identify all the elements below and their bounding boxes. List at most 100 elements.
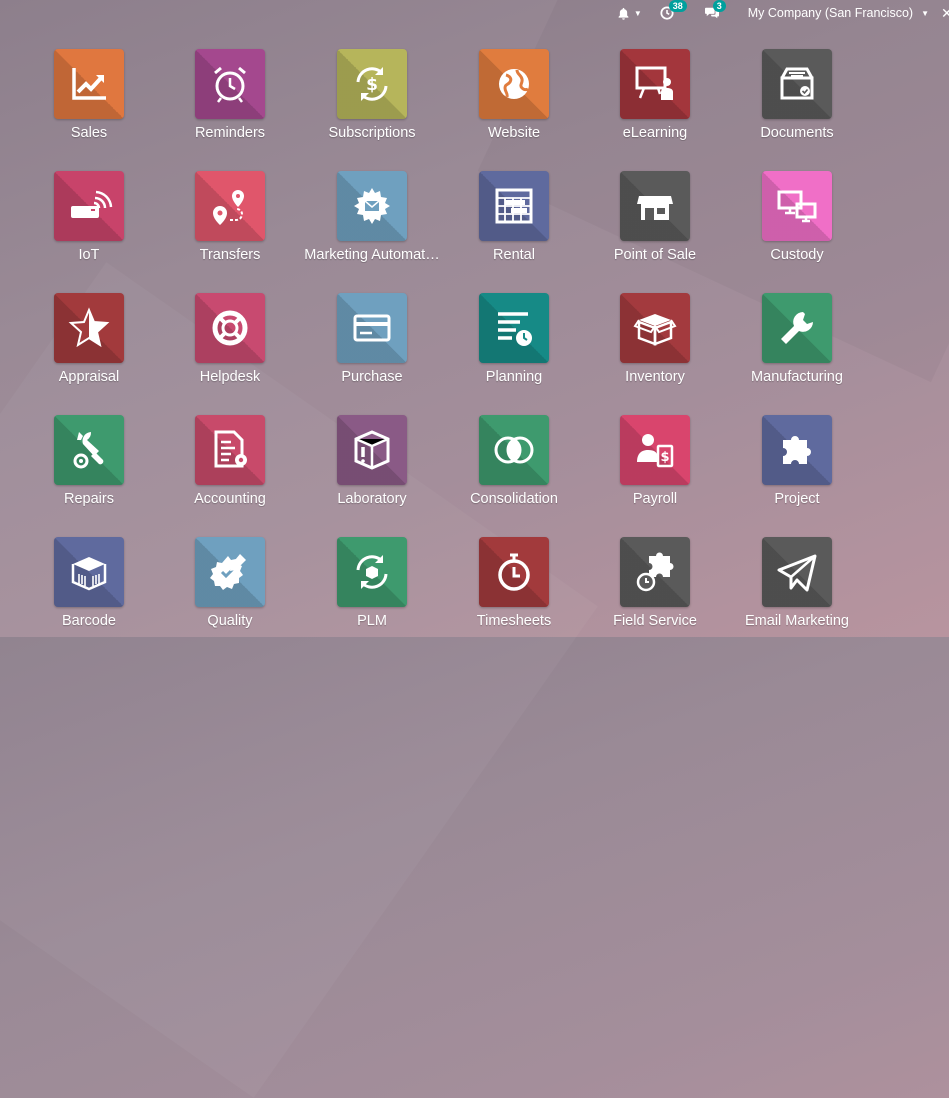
- app-label: Consolidation: [470, 491, 558, 507]
- app-payroll[interactable]: $ Payroll: [590, 415, 720, 525]
- app-label: Appraisal: [58, 369, 120, 385]
- app-tile[interactable]: [195, 171, 265, 241]
- app-tile[interactable]: [195, 293, 265, 363]
- app-tile[interactable]: [762, 49, 832, 119]
- recurring-dollar-icon: $: [356, 67, 388, 101]
- wireless-device-icon: [71, 190, 113, 218]
- app-barcode[interactable]: Barcode: [24, 537, 154, 647]
- app-iot[interactable]: IoT: [24, 171, 154, 281]
- app-tile[interactable]: [54, 171, 124, 241]
- app-label: Reminders: [194, 125, 266, 141]
- app-tile[interactable]: [479, 293, 549, 363]
- app-label: Field Service: [613, 613, 697, 629]
- app-tile[interactable]: [479, 49, 549, 119]
- app-field-service[interactable]: Field Service: [590, 537, 720, 647]
- app-helpdesk[interactable]: Helpdesk: [165, 293, 295, 403]
- app-tile[interactable]: [620, 49, 690, 119]
- barcode-box-icon: [71, 557, 107, 591]
- app-inventory[interactable]: Inventory: [590, 293, 720, 403]
- app-tile[interactable]: [337, 171, 407, 241]
- app-label: Purchase: [341, 369, 403, 385]
- app-label: Documents: [760, 125, 834, 141]
- app-label: PLM: [357, 613, 387, 629]
- app-repairs[interactable]: Repairs: [24, 415, 154, 525]
- svg-text:$: $: [660, 450, 669, 465]
- app-tile[interactable]: $: [620, 415, 690, 485]
- app-project[interactable]: Project: [732, 415, 862, 525]
- app-label: Accounting: [194, 491, 266, 507]
- app-timesheets[interactable]: Timesheets: [449, 537, 579, 647]
- app-tile[interactable]: [195, 49, 265, 119]
- app-tile[interactable]: [195, 415, 265, 485]
- app-label: Payroll: [632, 491, 678, 507]
- app-website[interactable]: Website: [449, 49, 579, 159]
- app-reminders[interactable]: Reminders: [165, 49, 295, 159]
- star-icon: [68, 307, 110, 348]
- app-tile[interactable]: [762, 171, 832, 241]
- puzzle-clock-icon: [636, 552, 674, 592]
- app-tile[interactable]: [195, 537, 265, 607]
- app-plm[interactable]: PLM: [307, 537, 437, 647]
- app-tile[interactable]: [54, 415, 124, 485]
- app-label: Email Marketing: [745, 613, 849, 629]
- credit-card-icon: [353, 314, 391, 342]
- app-tile[interactable]: [54, 49, 124, 119]
- app-accounting[interactable]: Accounting: [165, 415, 295, 525]
- app-documents[interactable]: Documents: [732, 49, 862, 159]
- app-tile[interactable]: [479, 415, 549, 485]
- app-label: Transfers: [199, 247, 261, 263]
- app-label: IoT: [78, 247, 100, 263]
- app-tile[interactable]: [337, 415, 407, 485]
- app-purchase[interactable]: Purchase: [307, 293, 437, 403]
- app-label: Sales: [70, 125, 108, 141]
- app-label: Laboratory: [337, 491, 407, 507]
- app-tile[interactable]: [762, 415, 832, 485]
- quality-badge-icon: [210, 554, 246, 590]
- app-planning[interactable]: Planning: [449, 293, 579, 403]
- app-marketing-automat[interactable]: Marketing Automat…: [304, 171, 440, 281]
- app-label: Timesheets: [476, 613, 552, 629]
- app-custody[interactable]: Custody: [732, 171, 862, 281]
- app-tile[interactable]: [620, 537, 690, 607]
- app-label: Quality: [207, 613, 253, 629]
- planning-clock-icon: [498, 312, 532, 346]
- app-tile[interactable]: [762, 537, 832, 607]
- app-tile[interactable]: [762, 293, 832, 363]
- app-tile[interactable]: $: [337, 49, 407, 119]
- app-appraisal[interactable]: Appraisal: [24, 293, 154, 403]
- gear-envelope-icon: [354, 188, 390, 224]
- app-subscriptions[interactable]: $ Subscriptions: [307, 49, 437, 159]
- app-tile[interactable]: [337, 293, 407, 363]
- open-box-icon: [633, 314, 677, 346]
- app-tile[interactable]: [479, 537, 549, 607]
- stopwatch-icon: [498, 553, 530, 591]
- app-transfers[interactable]: Transfers: [165, 171, 295, 281]
- app-point-of-sale[interactable]: Point of Sale: [590, 171, 720, 281]
- app-rental[interactable]: Rental: [449, 171, 579, 281]
- app-manufacturing[interactable]: Manufacturing: [732, 293, 862, 403]
- overlap-circles-icon: [494, 436, 534, 464]
- app-tile[interactable]: [337, 537, 407, 607]
- app-tile[interactable]: [479, 171, 549, 241]
- app-label: Point of Sale: [613, 247, 697, 263]
- app-sales[interactable]: Sales: [24, 49, 154, 159]
- app-quality[interactable]: Quality: [165, 537, 295, 647]
- app-tile[interactable]: [620, 293, 690, 363]
- app-email-marketing[interactable]: Email Marketing: [732, 537, 862, 647]
- app-laboratory[interactable]: Laboratory: [307, 415, 437, 525]
- app-label: eLearning: [622, 125, 688, 141]
- app-label: Planning: [485, 369, 543, 385]
- app-tile[interactable]: [54, 537, 124, 607]
- app-tile[interactable]: [620, 171, 690, 241]
- warning-box-icon: [354, 430, 390, 470]
- svg-text:$: $: [366, 75, 378, 95]
- app-consolidation[interactable]: Consolidation: [449, 415, 579, 525]
- app-label: Subscriptions: [328, 125, 416, 141]
- app-label: Helpdesk: [199, 369, 261, 385]
- app-tile[interactable]: [54, 293, 124, 363]
- paper-plane-icon: [777, 554, 817, 592]
- route-pins-icon: [213, 190, 244, 225]
- app-label: Rental: [493, 247, 535, 263]
- app-label: Barcode: [61, 613, 116, 629]
- app-elearning[interactable]: eLearning: [590, 49, 720, 159]
